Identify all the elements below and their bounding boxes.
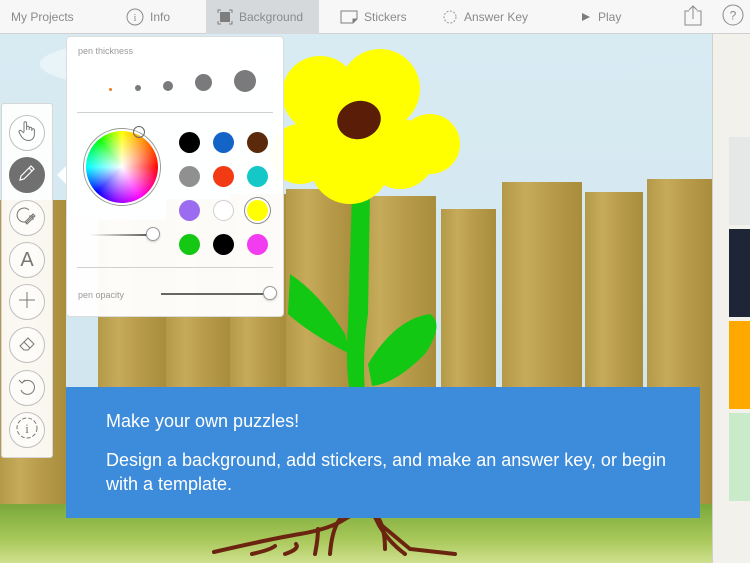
text-a-icon: A <box>20 248 34 271</box>
color-swatch[interactable] <box>179 234 200 255</box>
template-thumbnail-1[interactable] <box>729 137 750 225</box>
popover-pointer <box>57 166 66 184</box>
tab-play[interactable]: Play <box>580 0 621 34</box>
template-thumbnail-2[interactable] <box>729 229 750 317</box>
divider <box>77 112 273 113</box>
template-thumbnail-3[interactable] <box>729 321 750 409</box>
color-swatch[interactable] <box>247 234 268 255</box>
opacity-slider-knob[interactable] <box>263 286 277 300</box>
pen-thickness-label: pen thickness <box>78 46 134 56</box>
color-swatch[interactable] <box>213 234 234 255</box>
text-tool-button[interactable]: A <box>9 242 45 278</box>
color-swatch[interactable] <box>213 166 234 187</box>
shape-arrow-icon <box>16 205 38 232</box>
eraser-tool-button[interactable] <box>9 327 45 363</box>
divider <box>77 267 273 268</box>
undo-icon <box>17 376 37 401</box>
hand-pointer-icon <box>17 120 37 147</box>
info-tool-button[interactable]: i <box>9 412 45 448</box>
tab-label: My Projects <box>11 10 74 24</box>
tab-info[interactable]: i Info <box>126 0 170 34</box>
pen-opacity-label: pen opacity <box>78 290 125 300</box>
shape-tool-button[interactable] <box>9 200 45 236</box>
tab-label: Answer Key <box>464 10 529 24</box>
thickness-option-2[interactable] <box>135 85 141 91</box>
thickness-option-1[interactable] <box>109 88 112 91</box>
color-swatch[interactable] <box>179 132 200 153</box>
pencil-icon <box>17 163 37 188</box>
help-button[interactable]: ? <box>721 4 745 31</box>
right-template-rail <box>712 34 750 563</box>
svg-text:i: i <box>134 13 137 24</box>
tool-palette: A i <box>1 103 53 458</box>
color-swatch[interactable] <box>247 132 268 153</box>
tab-label: Info <box>150 10 171 24</box>
svg-text:?: ? <box>730 8 737 22</box>
answer-key-lasso-icon <box>442 9 458 25</box>
tab-answer-key[interactable]: Answer Key <box>442 0 528 34</box>
add-tool-button[interactable] <box>9 284 45 320</box>
share-icon <box>683 4 703 31</box>
sticker-icon <box>340 10 358 24</box>
play-triangle-icon <box>580 11 592 23</box>
pen-settings-popover: pen thickness pen opacity <box>66 36 284 317</box>
color-swatch[interactable] <box>247 200 268 221</box>
tab-stickers[interactable]: Stickers <box>340 0 407 34</box>
tab-background[interactable]: Background <box>206 0 319 34</box>
color-wheel-picker-handle[interactable] <box>133 126 145 138</box>
top-toolbar: My Projects i Info Background Stickers A… <box>0 0 750 34</box>
help-icon: ? <box>722 4 744 31</box>
opacity-slider[interactable] <box>161 293 269 295</box>
thickness-option-3[interactable] <box>163 81 173 91</box>
share-button[interactable] <box>681 4 705 31</box>
thickness-option-4[interactable] <box>195 74 212 91</box>
banner-body: Design a background, add stickers, and m… <box>106 450 666 494</box>
plus-icon <box>17 290 37 315</box>
info-banner[interactable]: Make your own puzzles! Design a backgrou… <box>66 387 700 518</box>
tab-my-projects[interactable]: My Projects <box>11 0 74 34</box>
hand-tool-button[interactable] <box>9 115 45 151</box>
tab-label: Stickers <box>364 10 407 24</box>
eraser-icon <box>17 333 37 358</box>
color-swatch[interactable] <box>179 200 200 221</box>
color-wheel[interactable] <box>83 128 161 206</box>
banner-title: Make your own puzzles! <box>106 411 300 431</box>
template-thumbnail-4[interactable] <box>729 413 750 501</box>
thickness-option-5[interactable] <box>234 70 256 92</box>
svg-text:i: i <box>25 421 29 436</box>
brightness-slider-knob[interactable] <box>146 227 160 241</box>
info-circle-icon: i <box>126 8 144 26</box>
color-swatch[interactable] <box>179 166 200 187</box>
pen-tool-button[interactable] <box>9 157 45 193</box>
color-swatch[interactable] <box>213 200 234 221</box>
color-swatch[interactable] <box>247 166 268 187</box>
tab-label: Play <box>598 10 622 24</box>
undo-tool-button[interactable] <box>9 370 45 406</box>
brightness-slider[interactable] <box>89 234 151 236</box>
background-frame-icon <box>217 9 233 25</box>
info-dashed-icon: i <box>15 416 39 445</box>
color-swatch[interactable] <box>213 132 234 153</box>
tab-label: Background <box>239 10 304 24</box>
